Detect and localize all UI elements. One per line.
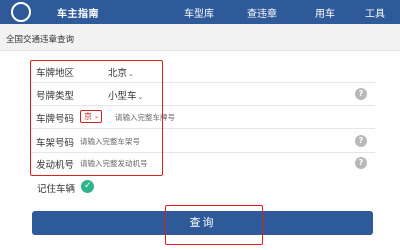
highlight-box-button xyxy=(165,205,263,245)
nav-item-car-models[interactable]: 车型库 xyxy=(184,5,214,20)
check-icon: ✓ xyxy=(84,181,92,191)
logo-icon[interactable] xyxy=(11,2,31,22)
page-subtitle: 全国交通违章查询 xyxy=(6,35,75,45)
brand-title[interactable]: 车主指南 xyxy=(57,5,99,20)
top-nav-bar: 车主指南 车型库 查违章 用车 工具 xyxy=(0,0,400,24)
nav-item-violation-query[interactable]: 查违章 xyxy=(247,5,277,20)
remember-label: 记住车辆 xyxy=(37,184,76,195)
page-subtitle-bar: 全国交通违章查询 xyxy=(0,24,400,51)
remember-checkbox[interactable]: ✓ xyxy=(81,180,94,193)
help-icon[interactable]: ? xyxy=(355,88,367,100)
help-icon[interactable]: ? xyxy=(355,157,367,169)
nav-item-tools[interactable]: 工具 xyxy=(365,5,385,20)
highlight-box-form xyxy=(30,60,163,176)
nav-item-car-use[interactable]: 用车 xyxy=(315,5,335,20)
help-icon[interactable]: ? xyxy=(355,135,367,147)
